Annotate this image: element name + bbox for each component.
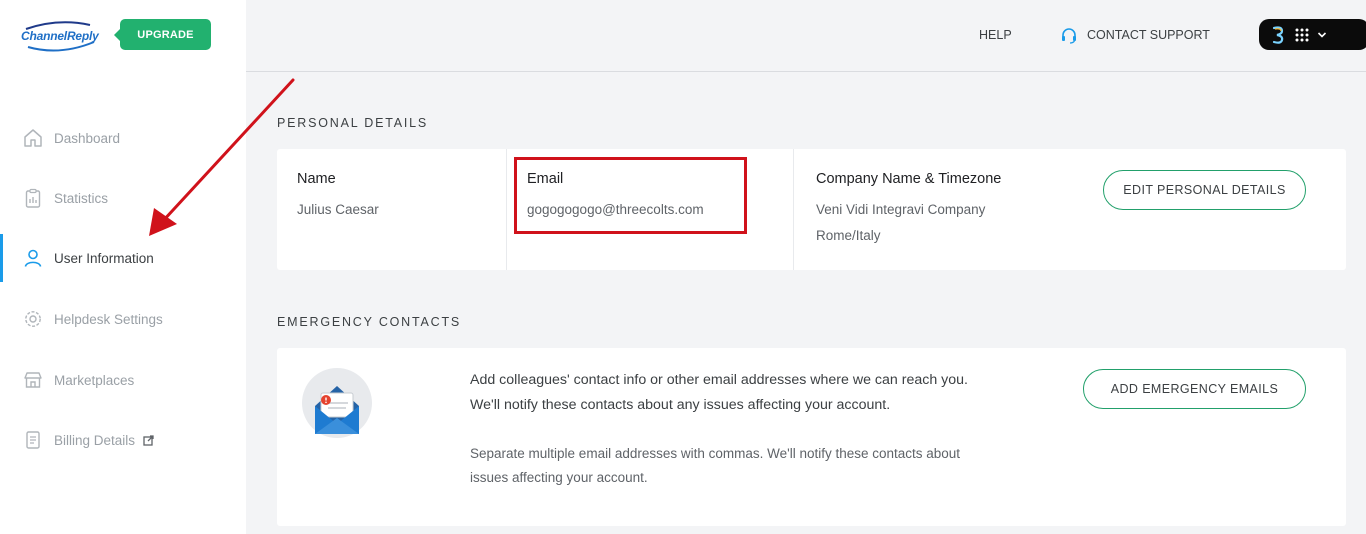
user-icon	[22, 247, 44, 269]
sidebar-item-label: Statistics	[54, 190, 109, 206]
store-icon	[22, 369, 44, 391]
logo-text: ChannelReply	[21, 29, 99, 43]
chevron-down-icon	[1317, 31, 1327, 39]
envelope-alert-icon	[302, 368, 372, 438]
sidebar-item-label: Helpdesk Settings	[54, 311, 163, 327]
home-icon	[22, 127, 44, 149]
sidebar-item-label: Dashboard	[54, 130, 121, 146]
receipt-icon	[22, 429, 44, 451]
emergency-description: Add colleagues' contact info or other em…	[470, 372, 968, 413]
upgrade-button[interactable]: UPGRADE	[114, 19, 211, 50]
sidebar-item-marketplaces[interactable]: Marketplaces	[0, 356, 246, 404]
gear-icon	[22, 308, 44, 330]
personal-details-title: PERSONAL DETAILS	[277, 116, 429, 130]
sidebar-item-helpdesk-settings[interactable]: Helpdesk Settings	[0, 295, 246, 343]
company-value: Veni Vidi Integravi Company	[816, 202, 986, 217]
top-bar: HELP CONTACT SUPPORT	[246, 0, 1366, 72]
sidebar-item-dashboard[interactable]: Dashboard	[0, 114, 246, 162]
external-link-icon	[143, 434, 154, 446]
sidebar-item-billing-details[interactable]: Billing Details	[0, 416, 246, 464]
sidebar-item-label: Marketplaces	[54, 372, 135, 388]
threecolts-logo-icon	[1271, 25, 1285, 45]
column-divider	[793, 149, 794, 270]
channelreply-logo[interactable]: ChannelReply	[20, 20, 100, 54]
contact-support-link[interactable]: CONTACT SUPPORT	[1060, 26, 1210, 44]
edit-personal-details-button[interactable]: EDIT PERSONAL DETAILS	[1103, 170, 1306, 210]
column-divider	[506, 149, 507, 270]
emergency-contacts-title: EMERGENCY CONTACTS	[277, 315, 462, 329]
headset-icon	[1060, 26, 1078, 44]
personal-details-card: Name Julius Caesar Email gogogogogo@thre…	[277, 149, 1346, 270]
contact-support-label: CONTACT SUPPORT	[1087, 28, 1210, 42]
sidebar-item-user-information[interactable]: User Information	[0, 234, 246, 282]
account-menu-button[interactable]	[1259, 19, 1366, 50]
clipboard-chart-icon	[22, 187, 44, 209]
emergency-note: Separate multiple email addresses with c…	[470, 446, 961, 485]
help-link[interactable]: HELP	[979, 28, 1012, 42]
sidebar-item-statistics[interactable]: Statistics	[0, 174, 246, 222]
company-timezone-label: Company Name & Timezone	[816, 171, 1002, 187]
apps-grid-icon	[1295, 28, 1309, 42]
sidebar-item-label: User Information	[54, 250, 154, 266]
name-label: Name	[297, 171, 336, 187]
name-value: Julius Caesar	[297, 202, 379, 217]
sidebar-item-label: Billing Details	[54, 432, 136, 448]
email-highlight-box	[514, 157, 747, 234]
sidebar: ChannelReply UPGRADE Dashboard Statistic…	[0, 0, 246, 534]
add-emergency-emails-button[interactable]: ADD EMERGENCY EMAILS	[1083, 369, 1306, 409]
timezone-value: Rome/Italy	[816, 228, 881, 243]
